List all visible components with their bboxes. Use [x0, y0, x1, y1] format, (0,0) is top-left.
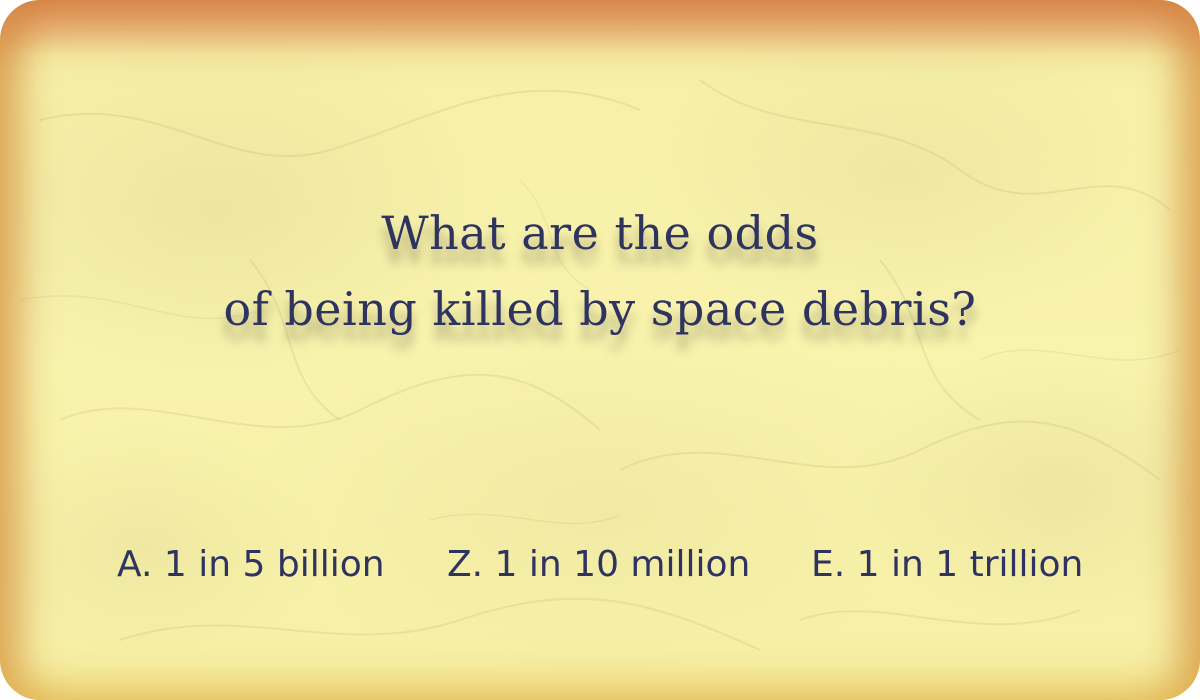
question-text: What are the odds of being killed by spa… [0, 195, 1200, 347]
marble-texture [19, 79, 1181, 651]
answer-option-a[interactable]: A. 1 in 5 billion [117, 540, 385, 590]
quiz-card: What are the odds of being killed by spa… [0, 0, 1200, 700]
answer-options: A. 1 in 5 billion Z. 1 in 10 million E. … [0, 540, 1200, 590]
question-line-2: of being killed by space debris? [223, 282, 977, 336]
answer-option-e[interactable]: E. 1 in 1 trillion [811, 540, 1083, 590]
answer-option-z[interactable]: Z. 1 in 10 million [447, 540, 750, 590]
question-line-1: What are the odds [381, 206, 819, 260]
